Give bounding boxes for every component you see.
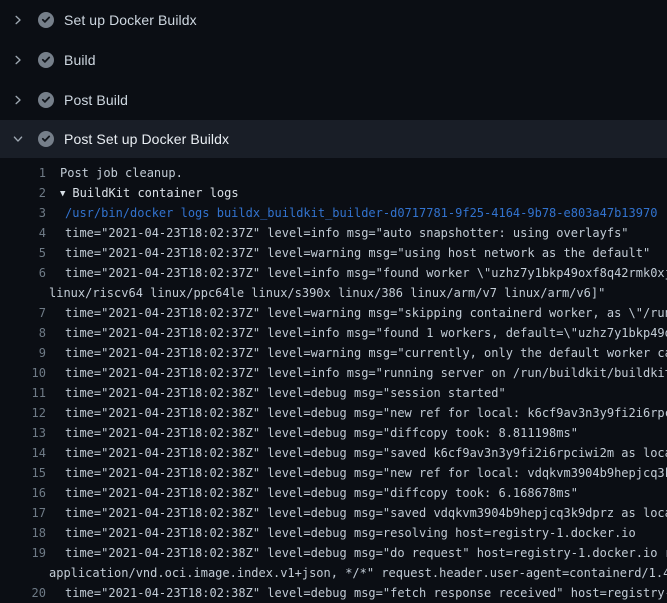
line-number[interactable]: 20 — [0, 583, 46, 603]
check-circle-icon — [38, 52, 54, 68]
log-text: time="2021-04-23T18:02:37Z" level=warnin… — [0, 303, 667, 323]
log-text: Post job cleanup. — [0, 163, 667, 183]
check-circle-icon — [38, 131, 54, 147]
log-text: time="2021-04-23T18:02:38Z" level=debug … — [0, 543, 667, 563]
log-line: 1Post job cleanup. — [0, 163, 667, 183]
group-collapse-icon[interactable]: ▼ — [60, 184, 65, 203]
log-text: time="2021-04-23T18:02:38Z" level=debug … — [0, 583, 667, 603]
step-row-post-build[interactable]: Post Build — [0, 80, 667, 120]
line-number[interactable]: 2 — [0, 183, 46, 203]
line-number[interactable]: 8 — [0, 323, 46, 343]
steps-list: Set up Docker Buildx Build Post Build Post … — [0, 0, 667, 158]
line-number[interactable]: 18 — [0, 523, 46, 543]
step-row-post-set-up-docker-buildx[interactable]: Post Set up Docker Buildx — [0, 120, 667, 158]
line-number[interactable]: 7 — [0, 303, 46, 323]
step-row-build[interactable]: Build — [0, 40, 667, 80]
line-number[interactable]: 11 — [0, 383, 46, 403]
log-line: 10time="2021-04-23T18:02:37Z" level=info… — [0, 363, 667, 383]
group-title: BuildKit container logs — [72, 186, 238, 200]
log-text: application/vnd.oci.image.index.v1+json,… — [0, 563, 667, 583]
log-text: time="2021-04-23T18:02:38Z" level=debug … — [0, 523, 667, 543]
log-text: time="2021-04-23T18:02:38Z" level=debug … — [0, 483, 667, 503]
log-line: 14time="2021-04-23T18:02:38Z" level=debu… — [0, 443, 667, 463]
step-label: Post Build — [64, 92, 128, 108]
log-line: 4time="2021-04-23T18:02:37Z" level=info … — [0, 223, 667, 243]
line-number[interactable]: 16 — [0, 483, 46, 503]
step-label: Post Set up Docker Buildx — [64, 131, 229, 147]
line-number[interactable]: 3 — [0, 203, 46, 223]
actions-log-page: { "colors": { "page_bg": "#0b0e14", "act… — [0, 0, 667, 600]
log-text: linux/riscv64 linux/ppc64le linux/s390x … — [0, 283, 667, 303]
line-number[interactable]: 12 — [0, 403, 46, 423]
check-circle-icon — [38, 92, 54, 108]
step-label: Set up Docker Buildx — [64, 12, 197, 28]
chevron-right-icon[interactable] — [12, 14, 24, 26]
step-row-set-up-docker-buildx[interactable]: Set up Docker Buildx — [0, 0, 667, 40]
log-line: 6time="2021-04-23T18:02:37Z" level=info … — [0, 263, 667, 283]
log-line: 2 ▼ BuildKit container logs — [0, 183, 667, 203]
log-text: time="2021-04-23T18:02:37Z" level=info m… — [0, 263, 667, 283]
log-line: 12time="2021-04-23T18:02:38Z" level=debu… — [0, 403, 667, 423]
log-line: 13time="2021-04-23T18:02:38Z" level=debu… — [0, 423, 667, 443]
chevron-down-icon[interactable] — [12, 133, 24, 145]
log-text: time="2021-04-23T18:02:37Z" level=info m… — [0, 363, 667, 383]
log-area: 1Post job cleanup.2 ▼ BuildKit container l… — [0, 158, 667, 603]
log-group-header[interactable]: ▼ BuildKit container logs — [0, 183, 667, 203]
log-text: time="2021-04-23T18:02:37Z" level=info m… — [0, 223, 667, 243]
log-text: time="2021-04-23T18:02:38Z" level=debug … — [0, 423, 667, 443]
log-line-continuation: linux/riscv64 linux/ppc64le linux/s390x … — [0, 283, 667, 303]
chevron-right-icon[interactable] — [12, 54, 24, 66]
line-number[interactable]: 19 — [0, 543, 46, 563]
log-line: 11time="2021-04-23T18:02:38Z" level=debu… — [0, 383, 667, 403]
log-text: time="2021-04-23T18:02:38Z" level=debug … — [0, 443, 667, 463]
line-number[interactable]: 10 — [0, 363, 46, 383]
line-number[interactable]: 1 — [0, 163, 46, 183]
log-line: 8time="2021-04-23T18:02:37Z" level=info … — [0, 323, 667, 343]
chevron-right-icon[interactable] — [12, 94, 24, 106]
log-text: time="2021-04-23T18:02:38Z" level=debug … — [0, 463, 667, 483]
step-label: Build — [64, 52, 96, 68]
line-number[interactable]: 6 — [0, 263, 46, 283]
line-number[interactable]: 5 — [0, 243, 46, 263]
log-line: 15time="2021-04-23T18:02:38Z" level=debu… — [0, 463, 667, 483]
log-line: 16time="2021-04-23T18:02:38Z" level=debu… — [0, 483, 667, 503]
log-line: 19time="2021-04-23T18:02:38Z" level=debu… — [0, 543, 667, 563]
log-text: time="2021-04-23T18:02:37Z" level=warnin… — [0, 343, 667, 363]
log-command-text: /usr/bin/docker logs buildx_buildkit_bui… — [0, 203, 667, 223]
check-circle-icon — [38, 12, 54, 28]
line-number[interactable]: 9 — [0, 343, 46, 363]
log-line: 3/usr/bin/docker logs buildx_buildkit_bu… — [0, 203, 667, 223]
log-text: time="2021-04-23T18:02:37Z" level=warnin… — [0, 243, 667, 263]
log-line: 7time="2021-04-23T18:02:37Z" level=warni… — [0, 303, 667, 323]
log-line: 18time="2021-04-23T18:02:38Z" level=debu… — [0, 523, 667, 543]
log-text: time="2021-04-23T18:02:37Z" level=info m… — [0, 323, 667, 343]
log-text: time="2021-04-23T18:02:38Z" level=debug … — [0, 403, 667, 423]
log-line: 9time="2021-04-23T18:02:37Z" level=warni… — [0, 343, 667, 363]
log-line: 20time="2021-04-23T18:02:38Z" level=debu… — [0, 583, 667, 603]
line-number[interactable]: 15 — [0, 463, 46, 483]
line-number[interactable]: 17 — [0, 503, 46, 523]
log-line: 17time="2021-04-23T18:02:38Z" level=debu… — [0, 503, 667, 523]
line-number[interactable]: 4 — [0, 223, 46, 243]
line-number[interactable]: 13 — [0, 423, 46, 443]
log-line-continuation: application/vnd.oci.image.index.v1+json,… — [0, 563, 667, 583]
log-line: 5time="2021-04-23T18:02:37Z" level=warni… — [0, 243, 667, 263]
line-number[interactable]: 14 — [0, 443, 46, 463]
log-text: time="2021-04-23T18:02:38Z" level=debug … — [0, 503, 667, 523]
log-text: time="2021-04-23T18:02:38Z" level=debug … — [0, 383, 667, 403]
